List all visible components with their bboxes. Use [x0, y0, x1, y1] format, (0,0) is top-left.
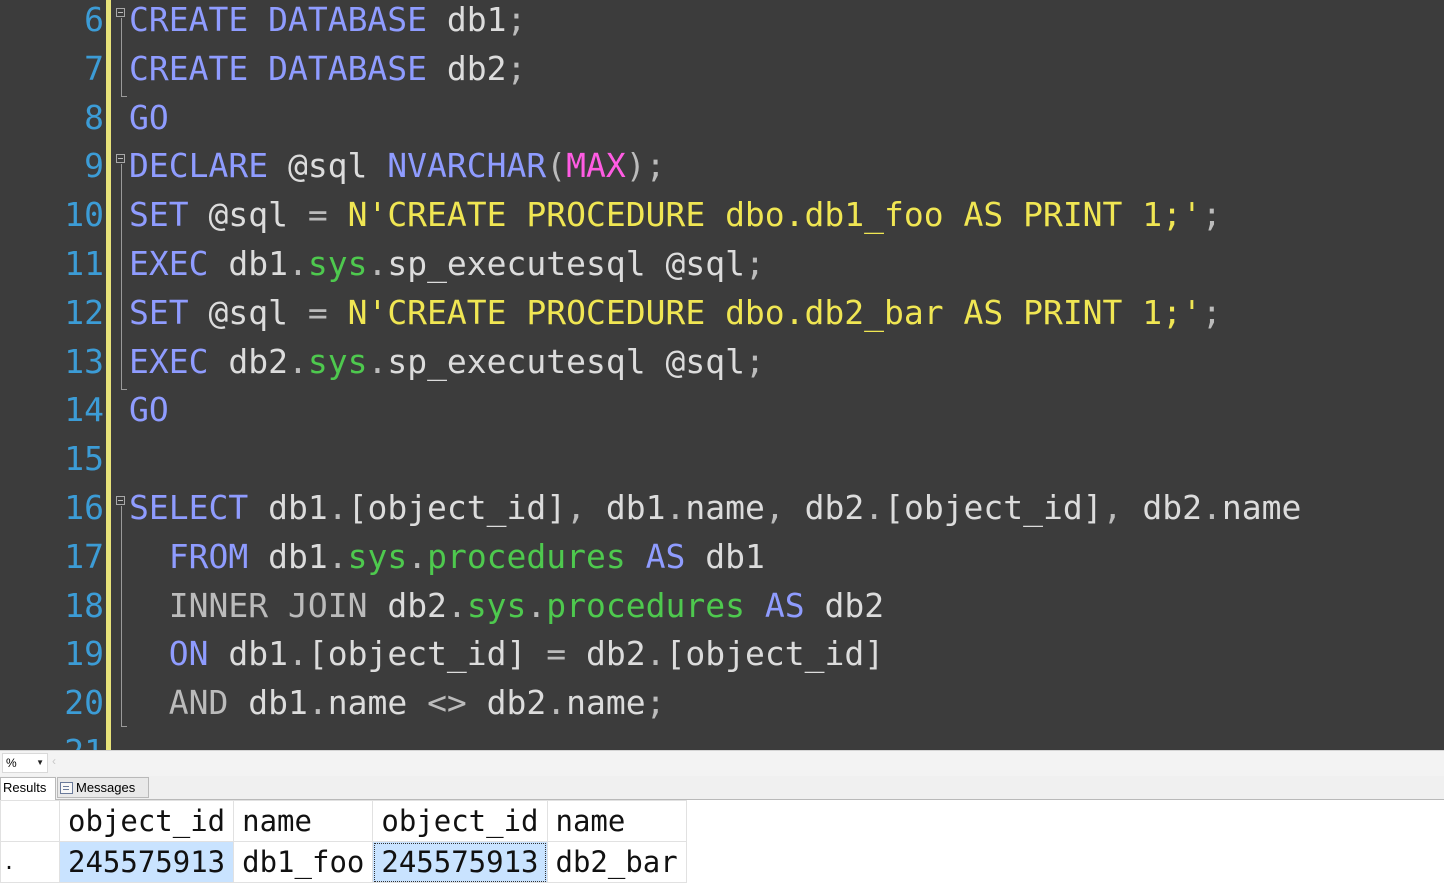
code-line[interactable]: 6 CREATE DATABASE db1; — [0, 0, 1444, 47]
line-number: 6 — [84, 0, 104, 39]
line-number: 12 — [64, 292, 104, 332]
code-text: INNER JOIN db2.sys.procedures AS db2 — [168, 585, 885, 625]
scroll-left-icon[interactable]: ‹ — [52, 754, 56, 768]
code-line[interactable]: 16 SELECT db1.[object_id], db1.name, db2.… — [0, 486, 1444, 535]
table-cell[interactable]: 245575913 — [58, 841, 235, 883]
outline-line — [121, 18, 122, 97]
code-text: GO — [129, 97, 169, 137]
code-line[interactable]: 20 AND db1.name <> db2.name; — [0, 681, 1444, 730]
code-text: EXEC db1.sys.sp_executesql @sql; — [129, 244, 765, 283]
table-cell[interactable]: db2_bar — [546, 841, 687, 883]
line-number: 9 — [84, 146, 104, 186]
table-row[interactable]: . 245575913 db1_foo 245575913 db2_bar — [0, 841, 687, 883]
collapse-icon[interactable] — [116, 154, 125, 164]
line-number: 21 — [0, 730, 104, 750]
row-header-corner — [0, 800, 60, 842]
zoom-dropdown[interactable]: % ▼ — [2, 753, 48, 773]
column-header[interactable]: object_id — [58, 800, 235, 842]
results-grid[interactable]: object_id name object_id name . 24557591… — [0, 800, 1444, 892]
code-text: FROM db1.sys.procedures AS db1 — [168, 536, 765, 576]
tab-messages-label: Messages — [76, 780, 136, 795]
line-number: 16 — [64, 488, 104, 527]
query-editor[interactable]: 6 CREATE DATABASE db1; 7 CREATE DATABASE db… — [0, 0, 1444, 750]
code-line[interactable]: 21 — [0, 730, 1444, 750]
outline-line — [121, 164, 122, 389]
results-tabs: Results Messages — [0, 776, 1444, 800]
column-header[interactable]: object_id — [372, 800, 548, 842]
messages-icon — [60, 782, 73, 794]
chevron-down-icon: ▼ — [36, 758, 44, 767]
code-line[interactable]: 15 — [0, 437, 1444, 486]
line-number: 19 — [64, 634, 104, 674]
outline-tick — [121, 96, 127, 98]
line-number: 20 — [64, 683, 104, 723]
table-cell[interactable]: 245575913 — [372, 841, 548, 883]
code-line[interactable]: 14 GO — [0, 388, 1444, 437]
tab-results[interactable]: Results — [0, 777, 56, 800]
line-number: 15 — [64, 439, 104, 479]
code-text: ON db1.[object_id] = db2.[object_id] — [168, 634, 885, 674]
code-line[interactable]: 9 DECLARE @sql NVARCHAR(MAX); — [0, 144, 1444, 193]
line-number: 8 — [84, 97, 104, 137]
code-line[interactable]: 18 INNER JOIN db2.sys.procedures AS db2 — [0, 584, 1444, 633]
code-line[interactable]: 12 SET @sql = N'CREATE PROCEDURE dbo.db2_… — [0, 291, 1444, 340]
code-text: SET @sql = N'CREATE PROCEDURE dbo.db2_ba… — [129, 292, 1222, 332]
outline-line — [121, 506, 122, 726]
header-row: object_id name object_id name — [0, 800, 687, 842]
line-number: 18 — [64, 585, 104, 625]
column-header[interactable]: name — [233, 800, 374, 842]
code-text: DECLARE @sql NVARCHAR(MAX); — [129, 146, 666, 186]
code-text: AND db1.name <> db2.name; — [168, 683, 666, 723]
code-text: SELECT db1.[object_id], db1.name, db2.[o… — [129, 488, 1302, 527]
line-number: 14 — [64, 390, 104, 430]
collapse-icon[interactable] — [116, 8, 125, 17]
collapse-icon[interactable] — [116, 496, 125, 505]
outline-tick — [121, 725, 127, 727]
code-line[interactable]: 11 EXEC db1.sys.sp_executesql @sql; — [0, 242, 1444, 291]
code-line[interactable]: 13 EXEC db2.sys.sp_executesql @sql; — [0, 340, 1444, 389]
code-text: CREATE DATABASE db2; — [129, 48, 527, 88]
zoom-value: % — [6, 756, 17, 770]
column-header[interactable]: name — [546, 800, 687, 842]
line-number: 11 — [64, 244, 104, 283]
row-header[interactable]: . — [0, 841, 60, 883]
code-line[interactable]: 8 GO — [0, 96, 1444, 145]
code-line[interactable]: 7 CREATE DATABASE db2; — [0, 47, 1444, 96]
line-number: 17 — [64, 536, 104, 576]
line-number: 7 — [84, 48, 104, 88]
tab-messages[interactable]: Messages — [57, 777, 149, 798]
code-text: EXEC db2.sys.sp_executesql @sql; — [129, 341, 765, 381]
code-text: GO — [129, 390, 169, 430]
line-number: 13 — [64, 341, 104, 381]
table-cell[interactable]: db1_foo — [233, 841, 374, 883]
code-line[interactable]: 10 SET @sql = N'CREATE PROCEDURE dbo.db1_… — [0, 193, 1444, 242]
results-table: object_id name object_id name . 24557591… — [0, 800, 687, 883]
editor-status-bar: % ▼ ‹ — [0, 750, 1444, 777]
code-line[interactable]: 19 ON db1.[object_id] = db2.[object_id] — [0, 632, 1444, 681]
code-text: SET @sql = N'CREATE PROCEDURE dbo.db1_fo… — [129, 195, 1222, 235]
outline-tick — [121, 388, 127, 390]
tab-results-label: Results — [3, 780, 47, 795]
line-number: 10 — [64, 195, 104, 235]
code-text: CREATE DATABASE db1; — [129, 0, 527, 39]
code-line[interactable]: 17 FROM db1.sys.procedures AS db1 — [0, 535, 1444, 584]
